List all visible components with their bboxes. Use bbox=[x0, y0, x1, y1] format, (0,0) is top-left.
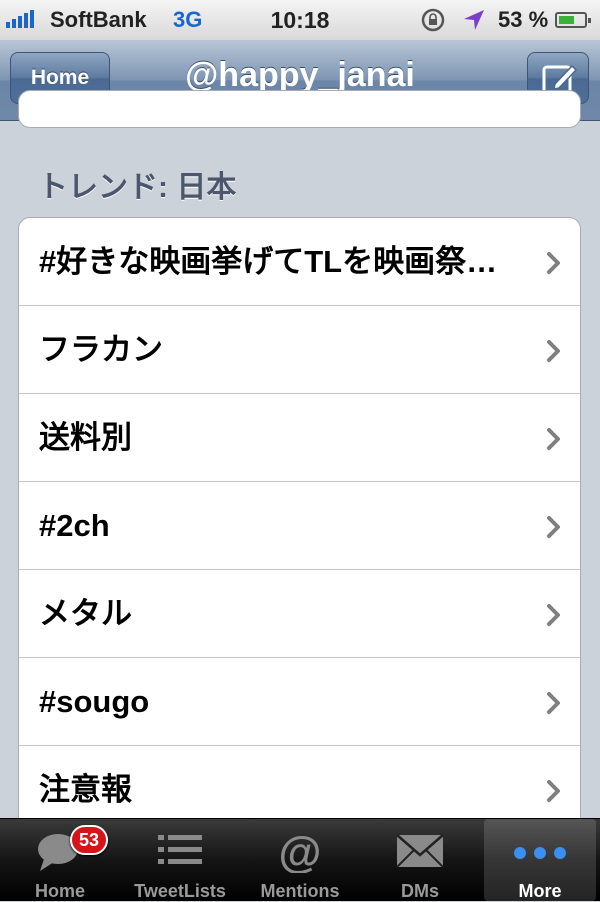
chevron-right-icon bbox=[547, 340, 560, 362]
tab-label: Home bbox=[34, 881, 85, 901]
battery-percent: 53 % bbox=[498, 7, 549, 32]
status-bar: SoftBank 3G 10:18 53 % bbox=[0, 0, 600, 41]
trend-label: #2ch bbox=[39, 508, 110, 543]
trend-row[interactable]: フラカン bbox=[19, 306, 580, 394]
trend-label: フラカン bbox=[39, 332, 163, 367]
tab-more[interactable]: More bbox=[484, 819, 596, 901]
unread-count-badge: 53 bbox=[70, 825, 108, 855]
trend-label: #sougo bbox=[39, 684, 150, 719]
tab-label: DMs bbox=[400, 881, 439, 901]
list-icon bbox=[158, 835, 202, 864]
battery-level bbox=[559, 16, 574, 24]
trend-label: メタル bbox=[39, 596, 132, 631]
trend-row[interactable]: #2ch bbox=[19, 482, 580, 570]
trend-row[interactable]: 送料別 bbox=[19, 394, 580, 482]
envelope-icon bbox=[396, 834, 444, 868]
tab-label: More bbox=[518, 881, 562, 901]
tab-label: TweetLists bbox=[134, 881, 226, 901]
tab-bar: 53 Home TweetLists @ Mentions DMs More bbox=[0, 818, 600, 901]
tab-mentions[interactable]: @ Mentions bbox=[240, 819, 360, 901]
trend-label: #好きな映画挙げてTLを映画祭… bbox=[39, 244, 498, 279]
chevron-right-icon bbox=[547, 428, 560, 450]
trend-row[interactable]: #sougo bbox=[19, 658, 580, 746]
tab-dms[interactable]: DMs bbox=[360, 819, 480, 901]
tab-home[interactable]: 53 Home bbox=[0, 819, 120, 901]
trends-list: #好きな映画挙げてTLを映画祭… フラカン 送料別 #2ch メタル #soug… bbox=[18, 217, 581, 857]
battery-icon bbox=[555, 12, 591, 28]
trend-label: 送料別 bbox=[39, 420, 132, 455]
tab-label: Mentions bbox=[260, 881, 340, 901]
chevron-right-icon bbox=[547, 692, 560, 714]
location-arrow-icon bbox=[464, 10, 484, 30]
chevron-right-icon bbox=[547, 252, 560, 274]
more-dots-icon bbox=[514, 847, 566, 859]
rotation-lock-icon bbox=[421, 8, 445, 32]
trend-row[interactable]: メタル bbox=[19, 570, 580, 658]
chevron-right-icon bbox=[547, 604, 560, 626]
chevron-right-icon bbox=[547, 780, 560, 802]
chevron-right-icon bbox=[547, 516, 560, 538]
svg-text:@: @ bbox=[279, 829, 322, 873]
tab-tweetlists[interactable]: TweetLists bbox=[120, 819, 240, 901]
at-icon: @ bbox=[279, 829, 322, 873]
previous-section-group bbox=[18, 90, 581, 128]
trend-row[interactable]: #好きな映画挙げてTLを映画祭… bbox=[19, 218, 580, 306]
trends-section-header: トレンド: 日本 bbox=[38, 171, 237, 204]
